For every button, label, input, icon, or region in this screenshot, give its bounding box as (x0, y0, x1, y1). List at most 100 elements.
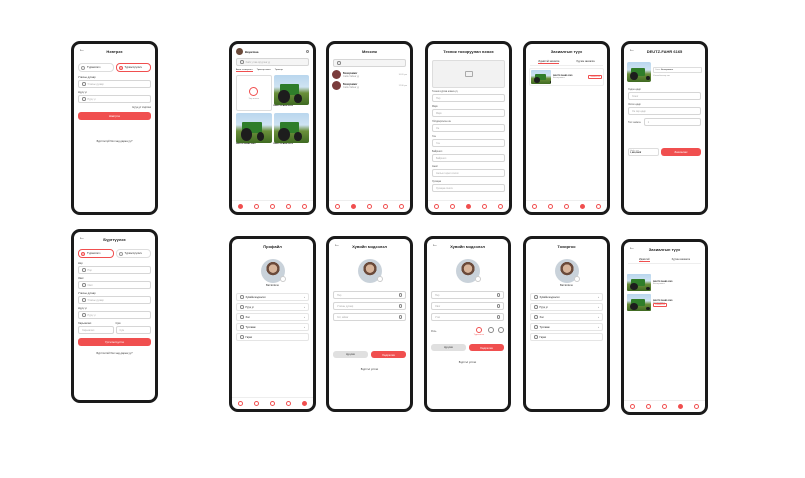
user-type-owner[interactable]: Түрээслүүлэгч (115, 249, 151, 258)
menu-logout[interactable]: Гарах (530, 333, 603, 341)
user-icon[interactable] (302, 204, 308, 209)
chat-icon[interactable] (253, 401, 259, 406)
menu-personal-info[interactable]: Хувийн мэдээлэл › (236, 293, 309, 301)
home-icon[interactable] (531, 204, 537, 209)
tools-icon[interactable] (580, 204, 586, 209)
category-tab[interactable]: Ачаа тээвэрлэгч (236, 69, 253, 72)
add-icon[interactable] (661, 404, 667, 409)
delete-account-link[interactable]: Бүртгэл устгах (329, 368, 410, 371)
branch-select[interactable]: Сум (115, 326, 151, 334)
register-button[interactable]: Үргэлжлүүлэх (78, 338, 151, 346)
user-type-renter[interactable]: Түрээслэгч (78, 249, 114, 258)
tools-icon[interactable] (482, 204, 488, 209)
category-tab[interactable]: Трактор (275, 69, 283, 72)
listing-card[interactable]: DEUTZ-FAHR 5080 (236, 113, 272, 145)
tools-icon[interactable] (678, 404, 684, 409)
chat-icon[interactable] (547, 204, 553, 209)
tab-active[interactable]: Идэвхтэй захиалга (538, 60, 560, 64)
save-button[interactable]: Хадгалах (371, 351, 406, 358)
user-icon[interactable] (302, 401, 308, 406)
city-input[interactable]: Хот, аймаг (333, 313, 406, 321)
back-arrow-icon[interactable]: ← (629, 47, 635, 53)
first-name-input[interactable]: Нэр (431, 291, 504, 299)
message-thread[interactable]: Болорчимэг Сайн байна уу 12:30 pm (332, 81, 407, 90)
order-card[interactable]: DEUTZ-FAHR 6165 Болорчимэг Захиалсан (627, 294, 702, 311)
delete-account-link[interactable]: Бүртгэл устгах (427, 361, 508, 364)
menu-personal-info[interactable]: Хувийн мэдээлэл › (530, 293, 603, 301)
name-input[interactable]: Нэр (333, 291, 406, 299)
category-tab[interactable]: Трактор ачигч (257, 69, 271, 72)
camera-icon[interactable] (573, 276, 580, 282)
back-arrow-icon[interactable]: ← (79, 47, 85, 53)
avatar[interactable] (455, 259, 481, 283)
chat-icon[interactable] (449, 204, 455, 209)
location-input[interactable]: Байршил (432, 154, 505, 162)
brand-input[interactable]: Марк (432, 109, 505, 117)
add-icon[interactable] (563, 204, 569, 209)
user-type-renter[interactable]: Түрээслэгч (78, 63, 114, 72)
save-button[interactable]: Хадгалах (469, 344, 504, 351)
menu-password[interactable]: Нууц үг › (530, 303, 603, 311)
phone-input[interactable]: Утасны дугаар (78, 80, 151, 88)
work-type-select[interactable]: Ажлын төрөл сонгох (432, 169, 505, 177)
tools-icon[interactable] (286, 401, 292, 406)
back-arrow-icon[interactable]: ← (629, 245, 635, 251)
phone-input[interactable]: Утасны дугаар (333, 302, 406, 310)
menu-help[interactable]: Тусламж › (530, 323, 603, 331)
duration-select[interactable]: Хугацаа сонгох (432, 184, 505, 192)
chat-icon[interactable] (253, 204, 259, 209)
listing-card[interactable]: DEUTZ-FAHR 6165 (273, 75, 309, 111)
home-icon[interactable] (237, 204, 243, 209)
forgot-password-link[interactable]: Нууц үг сэргээх (78, 106, 151, 109)
menu-language[interactable]: Хэл › (236, 313, 309, 321)
add-icon[interactable] (269, 401, 275, 406)
menu-language[interactable]: Хэл › (530, 313, 603, 321)
role-option-renter[interactable]: Түрээслэгч (474, 327, 484, 336)
phone-input[interactable]: Утас (431, 313, 504, 321)
listing-card[interactable]: DEUTZ-FAHR 5070 (273, 113, 309, 145)
name-input[interactable]: Нэр (432, 94, 505, 102)
login-button[interactable]: Нэвтрэх (78, 112, 151, 120)
home-icon[interactable] (629, 404, 635, 409)
add-icon[interactable] (366, 204, 372, 209)
photo-upload[interactable] (432, 60, 505, 88)
add-listing-card[interactable]: Зар нэмэх (236, 75, 272, 111)
back-arrow-icon[interactable]: ← (432, 242, 438, 248)
menu-password[interactable]: Нууц үг › (236, 303, 309, 311)
home-icon[interactable] (237, 401, 243, 406)
avatar[interactable] (554, 259, 580, 283)
tab-history[interactable]: Хуучин захиалга (672, 258, 690, 262)
user-icon[interactable] (399, 204, 405, 209)
bell-icon[interactable] (305, 49, 309, 54)
region-select[interactable]: Харьяалал (78, 326, 114, 334)
avatar[interactable] (236, 48, 243, 55)
tractor-icon[interactable] (488, 327, 494, 333)
add-icon[interactable] (269, 204, 275, 209)
last-name-input[interactable]: Овог (78, 281, 151, 289)
add-icon[interactable] (465, 204, 471, 209)
menu-help[interactable]: Тусламж › (236, 323, 309, 331)
user-icon[interactable] (694, 404, 700, 409)
avatar[interactable] (357, 259, 383, 283)
year-input[interactable]: Он (432, 124, 505, 132)
tools-icon[interactable] (498, 327, 504, 333)
home-icon[interactable] (433, 204, 439, 209)
camera-icon[interactable] (474, 276, 481, 282)
order-card[interactable]: DEUTZ-FAHR 6165 Болорчимэг (627, 274, 702, 291)
phone-input[interactable]: Утасны дугаар (78, 296, 151, 304)
tools-icon[interactable] (286, 204, 292, 209)
tab-history[interactable]: Хуучин захиалга (576, 60, 594, 64)
user-icon[interactable] (596, 204, 602, 209)
back-arrow-icon[interactable]: ← (79, 235, 85, 241)
days-input[interactable]: Хоног (628, 92, 701, 100)
first-name-input[interactable]: Нэр (78, 266, 151, 274)
cancel-button[interactable]: Цуцлах (333, 351, 368, 358)
avatar[interactable] (260, 259, 286, 283)
tab-active[interactable]: Идэвхтэй (639, 258, 650, 262)
start-date-input[interactable]: Он сар өдөр (628, 107, 701, 115)
camera-icon[interactable] (279, 276, 286, 282)
last-name-input[interactable]: Овог (431, 302, 504, 310)
register-link[interactable]: Бүртгэлгүй бол энд дарна уу? (74, 140, 155, 143)
order-button[interactable]: Захиалах (660, 148, 701, 156)
chat-icon[interactable] (350, 204, 356, 209)
